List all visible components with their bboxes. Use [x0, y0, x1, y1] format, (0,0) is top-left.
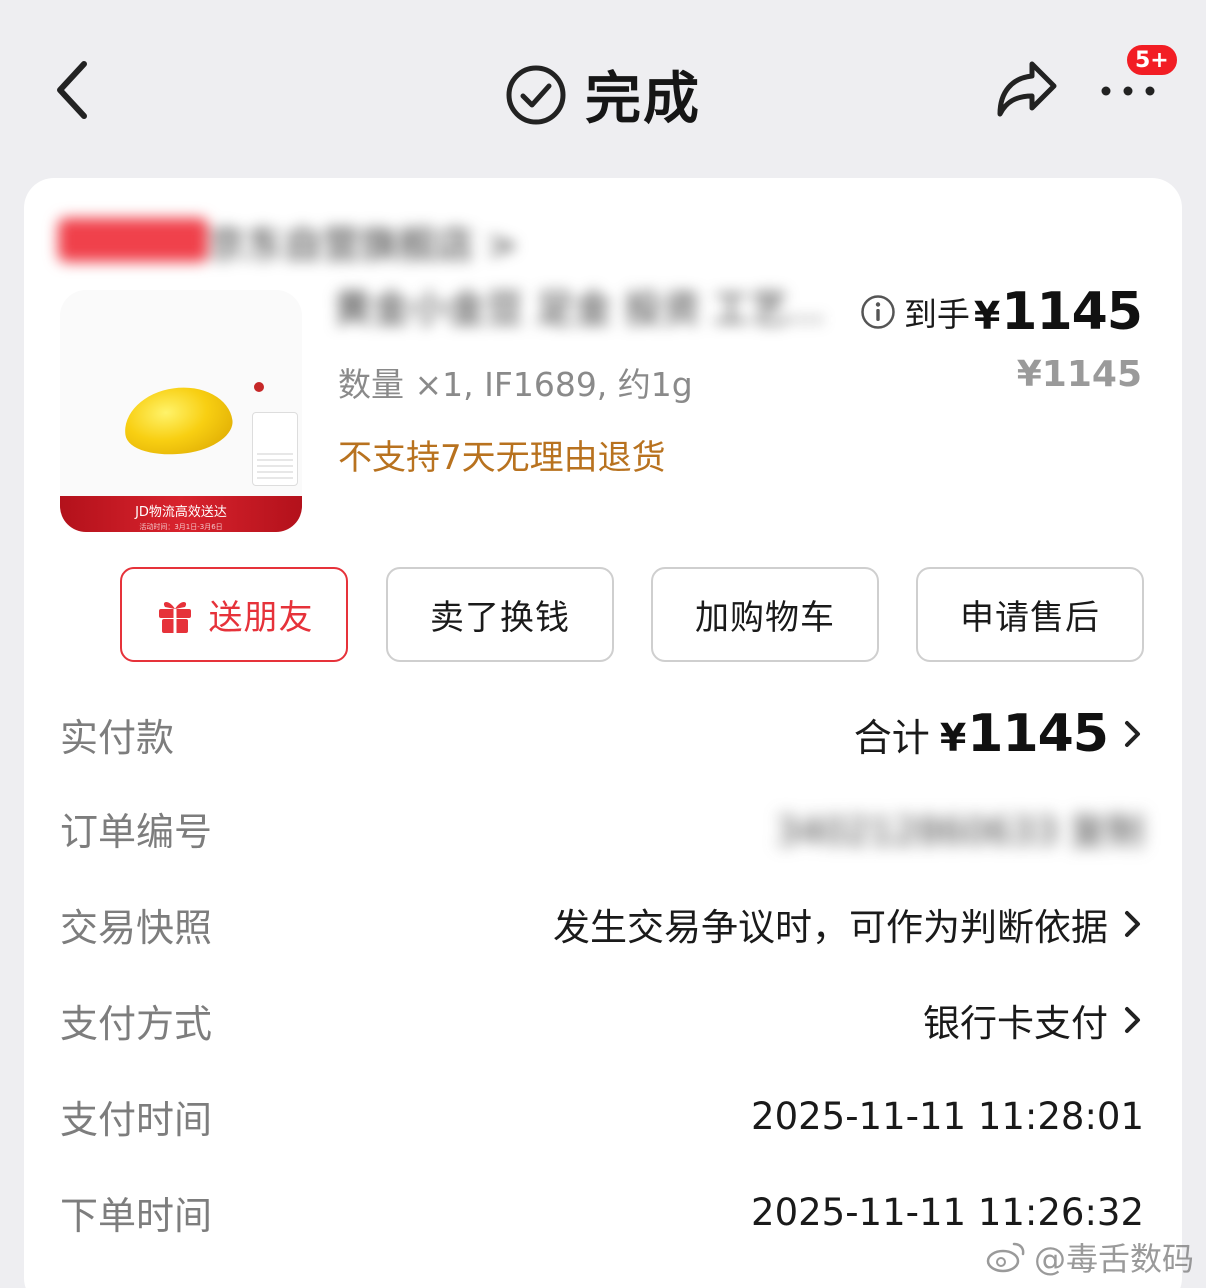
check-circle-icon [506, 65, 566, 124]
shop-logo [58, 218, 208, 262]
shop-link[interactable]: 京东自营旗舰店 > [58, 214, 738, 267]
shop-name: 京东自营旗舰店 > [208, 223, 518, 267]
row-paid-amount[interactable]: 实付款 合计 ¥1145 [60, 704, 1144, 764]
gold-bean-image [119, 380, 237, 462]
certificate-tag-image [252, 412, 298, 486]
product-image[interactable]: JD物流高效送达 活动时间：3月1日-3月6日 [60, 290, 302, 532]
chevron-right-icon [1125, 911, 1140, 937]
paid-amount: ¥1145 [939, 704, 1109, 764]
header: 完成 5+ [0, 0, 1206, 178]
product-spec: 数量 ×1, IF1689, 约1g [338, 365, 693, 404]
chevron-right-icon [1125, 1007, 1140, 1033]
snapshot-label: 交易快照 [60, 905, 213, 950]
notification-badge: 5+ [1124, 42, 1180, 78]
more-button[interactable] [1098, 76, 1158, 106]
payment-method-label: 支付方式 [60, 1001, 213, 1046]
gift-friend-label: 送朋友 [208, 598, 314, 638]
order-number-value[interactable]: 340212860633 复制 [776, 801, 1144, 855]
tag-dot [254, 382, 264, 392]
row-order-number: 订单编号 340212860633 复制 [60, 798, 1144, 858]
order-time-value: 2025-11-11 11:26:32 [751, 1190, 1144, 1234]
row-payment-method[interactable]: 支付方式 银行卡支付 [60, 990, 1144, 1050]
after-sale-button[interactable]: 申请售后 [916, 567, 1144, 662]
paid-label: 实付款 [60, 715, 175, 760]
page-title-text: 完成 [585, 67, 701, 132]
watermark: @毒舌数码 [986, 1234, 1194, 1280]
order-time-label: 下单时间 [60, 1193, 213, 1238]
gift-friend-button[interactable]: 送朋友 [120, 567, 348, 662]
snapshot-value: 发生交易争议时，可作为判断依据 [553, 897, 1144, 951]
payment-method-value: 银行卡支付 [923, 993, 1144, 1047]
gift-icon [158, 601, 191, 633]
image-banner: JD物流高效送达 活动时间：3月1日-3月6日 [60, 496, 302, 532]
row-order-time: 下单时间 2025-11-11 11:26:32 [60, 1182, 1144, 1242]
original-price: ¥1145 [1016, 354, 1142, 395]
order-detail-page: 完成 5+ 京东自营旗舰店 > JD物流高效送达 活动时间：3月1日-3月6日 … [0, 0, 1206, 1288]
paid-value: 合计 ¥1145 [854, 704, 1144, 764]
chevron-right-icon [1125, 721, 1140, 747]
share-button[interactable] [994, 58, 1060, 120]
payment-time-label: 支付时间 [60, 1097, 213, 1142]
order-number-label: 订单编号 [60, 809, 213, 854]
price-value: ¥1145 [973, 282, 1143, 342]
order-card: 京东自营旗舰店 > JD物流高效送达 活动时间：3月1日-3月6日 黄金小金豆 … [24, 178, 1182, 1288]
row-payment-time: 支付时间 2025-11-11 11:28:01 [60, 1086, 1144, 1146]
share-icon [997, 61, 1057, 117]
final-price: 到手 ¥1145 [860, 282, 1143, 342]
sell-button[interactable]: 卖了换钱 [386, 567, 614, 662]
more-dots-icon [1101, 86, 1155, 96]
payment-time-value: 2025-11-11 11:28:01 [751, 1094, 1144, 1138]
return-policy-notice: 不支持7天无理由退货 [338, 438, 666, 478]
weibo-icon [986, 1242, 1025, 1273]
info-icon[interactable] [860, 294, 896, 330]
product-name[interactable]: 黄金小金豆 足金 投资 工艺... [334, 278, 824, 333]
row-trade-snapshot[interactable]: 交易快照 发生交易争议时，可作为判断依据 [60, 894, 1144, 954]
price-label: 到手 [903, 295, 970, 334]
add-to-cart-button[interactable]: 加购物车 [651, 567, 879, 662]
